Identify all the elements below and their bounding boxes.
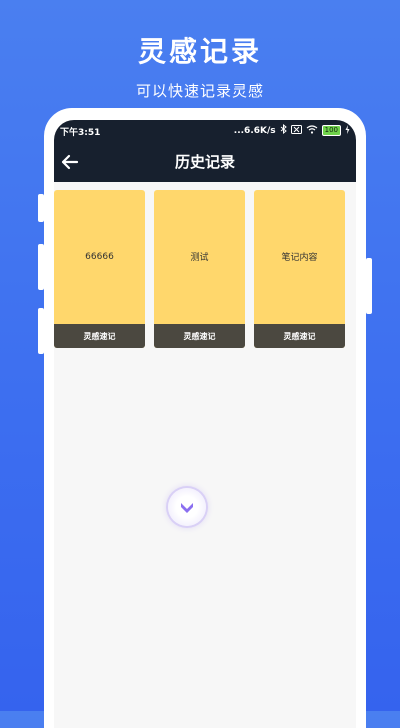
network-speed: ...6.6K/s <box>233 125 276 136</box>
card-content: 66666 <box>85 251 114 262</box>
promo-subtitle: 可以快速记录灵感 <box>135 82 264 100</box>
card-footer-label: 灵感速记 <box>254 324 345 348</box>
page-title: 历史记录 <box>174 153 235 171</box>
card-footer-label: 灵感速记 <box>154 324 245 348</box>
history-card[interactable]: 66666 灵感速记 <box>54 190 145 348</box>
app-screen: 下午3:51 ...6.6K/s 100 历史记录 66666 灵感速记 测试 … <box>54 120 356 728</box>
history-card-list: 66666 灵感速记 测试 灵感速记 笔记内容 灵感速记 <box>54 190 356 350</box>
status-time: 下午3:51 <box>60 128 101 138</box>
sim-off-icon <box>290 124 302 137</box>
wifi-icon <box>306 124 318 137</box>
status-icons: ...6.6K/s 100 <box>233 123 350 137</box>
phone-side-button <box>38 244 44 290</box>
card-content: 测试 <box>190 253 209 263</box>
bluetooth-icon <box>280 123 287 137</box>
phone-side-button <box>38 308 44 354</box>
charging-icon <box>345 124 350 137</box>
phone-side-button <box>38 194 44 222</box>
scroll-down-button[interactable] <box>168 488 206 526</box>
card-footer-label: 灵感速记 <box>54 324 145 348</box>
status-bar: 下午3:51 ...6.6K/s 100 <box>54 120 356 142</box>
history-card[interactable]: 笔记内容 灵感速记 <box>254 190 345 348</box>
phone-side-button <box>366 258 372 314</box>
app-bar: 历史记录 <box>54 142 356 182</box>
history-card[interactable]: 测试 灵感速记 <box>154 190 245 348</box>
promo-title: 灵感记录 <box>137 35 262 68</box>
card-content: 笔记内容 <box>281 253 318 263</box>
battery-icon: 100 <box>321 125 341 136</box>
phone-frame: 下午3:51 ...6.6K/s 100 历史记录 66666 灵感速记 测试 … <box>38 108 372 728</box>
chevron-down-icon <box>181 503 193 513</box>
